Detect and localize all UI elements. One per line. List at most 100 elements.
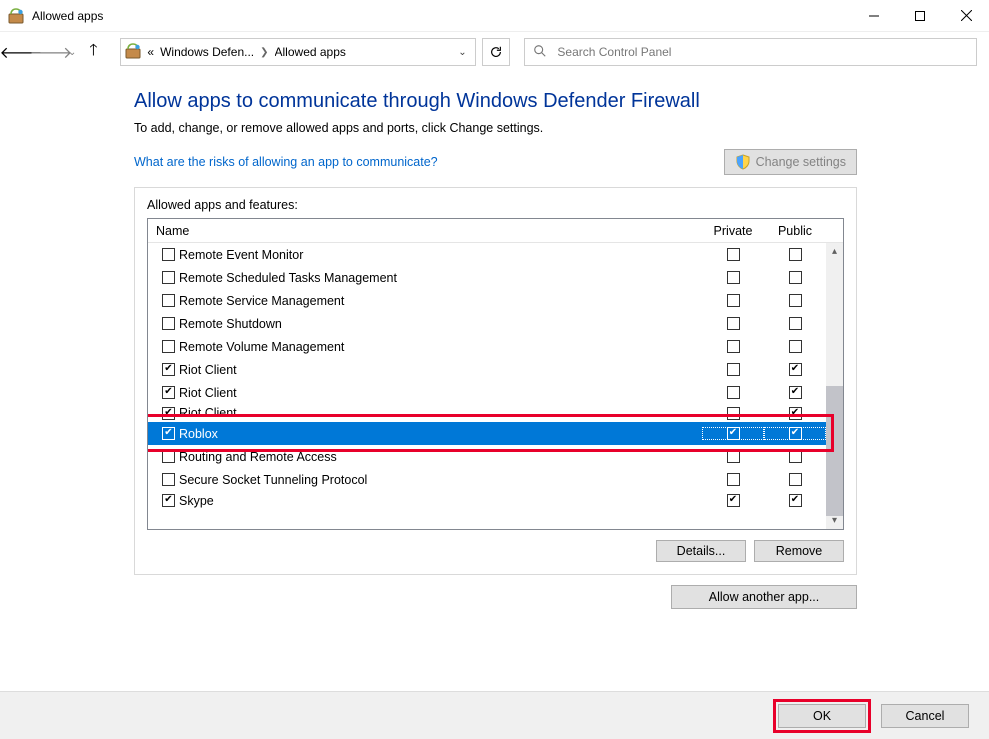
ok-button[interactable]: OK xyxy=(778,704,866,728)
search-input[interactable] xyxy=(555,44,968,60)
row-public-checkbox[interactable] xyxy=(789,427,802,440)
app-row[interactable]: Routing and Remote Access xyxy=(148,445,826,468)
annotation-highlight-ok: OK xyxy=(773,699,871,733)
shield-icon xyxy=(735,154,751,170)
window-title: Allowed apps xyxy=(32,9,103,23)
row-private-checkbox[interactable] xyxy=(727,427,740,440)
details-button[interactable]: Details... xyxy=(656,540,746,562)
close-button[interactable] xyxy=(943,1,989,31)
row-name-label: Roblox xyxy=(179,427,218,441)
app-row[interactable]: Roblox xyxy=(148,422,826,445)
row-private-checkbox[interactable] xyxy=(727,473,740,486)
row-public-checkbox[interactable] xyxy=(789,494,802,507)
scroll-track[interactable] xyxy=(826,260,843,512)
scroll-thumb[interactable] xyxy=(826,386,843,516)
row-name-label: Remote Event Monitor xyxy=(179,248,303,262)
up-button[interactable]: 🡑 xyxy=(80,39,106,65)
apps-list-header: Name Private Public xyxy=(148,219,843,243)
row-public-checkbox[interactable] xyxy=(789,473,802,486)
row-private-checkbox[interactable] xyxy=(727,407,740,420)
row-private-checkbox[interactable] xyxy=(727,317,740,330)
search-icon xyxy=(533,44,547,61)
app-row[interactable]: Secure Socket Tunneling Protocol xyxy=(148,468,826,491)
row-enable-checkbox[interactable] xyxy=(162,317,175,330)
app-row[interactable]: Remote Volume Management xyxy=(148,335,826,358)
history-dropdown[interactable]: ⌄ xyxy=(68,47,76,58)
address-dropdown[interactable]: ⌄ xyxy=(453,47,471,58)
row-enable-checkbox[interactable] xyxy=(162,386,175,399)
row-public-checkbox[interactable] xyxy=(789,407,802,420)
page-heading: Allow apps to communicate through Window… xyxy=(134,90,989,113)
row-name-label: Secure Socket Tunneling Protocol xyxy=(179,473,367,487)
refresh-button[interactable] xyxy=(482,38,510,66)
firewall-icon xyxy=(125,43,141,62)
titlebar: Allowed apps xyxy=(0,0,989,32)
row-enable-checkbox[interactable] xyxy=(162,494,175,507)
row-enable-checkbox[interactable] xyxy=(162,450,175,463)
row-private-checkbox[interactable] xyxy=(727,363,740,376)
breadcrumb-2[interactable]: Allowed apps xyxy=(275,45,346,59)
row-private-checkbox[interactable] xyxy=(727,450,740,463)
row-enable-checkbox[interactable] xyxy=(162,271,175,284)
allowed-apps-label: Allowed apps and features: xyxy=(147,198,844,212)
app-row[interactable]: Remote Event Monitor xyxy=(148,243,826,266)
allow-another-app-button[interactable]: Allow another app... xyxy=(671,585,857,609)
app-row[interactable]: Skype xyxy=(148,491,826,510)
row-name-label: Remote Volume Management xyxy=(179,340,344,354)
row-public-checkbox[interactable] xyxy=(789,386,802,399)
minimize-button[interactable] xyxy=(851,1,897,31)
app-row[interactable]: Remote Shutdown xyxy=(148,312,826,335)
app-icon xyxy=(8,8,24,24)
column-name[interactable]: Name xyxy=(148,224,702,238)
row-public-checkbox[interactable] xyxy=(789,317,802,330)
row-enable-checkbox[interactable] xyxy=(162,473,175,486)
app-row[interactable]: Riot Client xyxy=(148,358,826,381)
row-name-label: Riot Client xyxy=(179,363,237,377)
breadcrumb-1[interactable]: Windows Defen... xyxy=(160,45,254,59)
row-private-checkbox[interactable] xyxy=(727,386,740,399)
row-enable-checkbox[interactable] xyxy=(162,294,175,307)
row-enable-checkbox[interactable] xyxy=(162,427,175,440)
app-row[interactable]: Riot Client xyxy=(148,404,826,422)
row-private-checkbox[interactable] xyxy=(727,494,740,507)
row-enable-checkbox[interactable] xyxy=(162,340,175,353)
row-public-checkbox[interactable] xyxy=(789,271,802,284)
maximize-button[interactable] xyxy=(897,1,943,31)
row-public-checkbox[interactable] xyxy=(789,363,802,376)
window-controls xyxy=(851,1,989,31)
scroll-up-icon[interactable]: ▴ xyxy=(826,243,843,260)
column-private[interactable]: Private xyxy=(702,224,764,238)
scrollbar[interactable]: ▴ ▾ xyxy=(826,243,843,529)
forward-button[interactable]: 🡒 xyxy=(38,39,64,65)
row-enable-checkbox[interactable] xyxy=(162,363,175,376)
row-public-checkbox[interactable] xyxy=(789,340,802,353)
row-private-checkbox[interactable] xyxy=(727,248,740,261)
app-row[interactable]: Remote Service Management xyxy=(148,289,826,312)
app-row[interactable]: Remote Scheduled Tasks Management xyxy=(148,266,826,289)
row-private-checkbox[interactable] xyxy=(727,340,740,353)
change-settings-button[interactable]: Change settings xyxy=(724,149,857,175)
row-private-checkbox[interactable] xyxy=(727,294,740,307)
cancel-button[interactable]: Cancel xyxy=(881,704,969,728)
row-private-checkbox[interactable] xyxy=(727,271,740,284)
remove-button[interactable]: Remove xyxy=(754,540,844,562)
chevron-right-icon: ❯ xyxy=(260,47,268,58)
row-public-checkbox[interactable] xyxy=(789,294,802,307)
column-public[interactable]: Public xyxy=(764,224,826,238)
row-name-label: Riot Client xyxy=(179,406,237,420)
risks-link[interactable]: What are the risks of allowing an app to… xyxy=(134,155,438,169)
row-public-checkbox[interactable] xyxy=(789,248,802,261)
search-box[interactable] xyxy=(524,38,977,66)
row-name-label: Remote Scheduled Tasks Management xyxy=(179,271,397,285)
address-bar[interactable]: « Windows Defen... ❯ Allowed apps ⌄ xyxy=(120,38,476,66)
row-enable-checkbox[interactable] xyxy=(162,248,175,261)
apps-list-body: Remote Event Monitor Remote Scheduled Tas… xyxy=(148,243,843,529)
row-name-label: Skype xyxy=(179,494,214,508)
row-public-checkbox[interactable] xyxy=(789,450,802,463)
row-enable-checkbox[interactable] xyxy=(162,407,175,420)
change-settings-label: Change settings xyxy=(756,155,846,169)
apps-list: Name Private Public Remote Event Monitor… xyxy=(147,218,844,530)
page-subtext: To add, change, or remove allowed apps a… xyxy=(134,121,989,135)
app-row[interactable]: Riot Client xyxy=(148,381,826,404)
allowed-apps-panel: Allowed apps and features: Name Private … xyxy=(134,187,857,575)
